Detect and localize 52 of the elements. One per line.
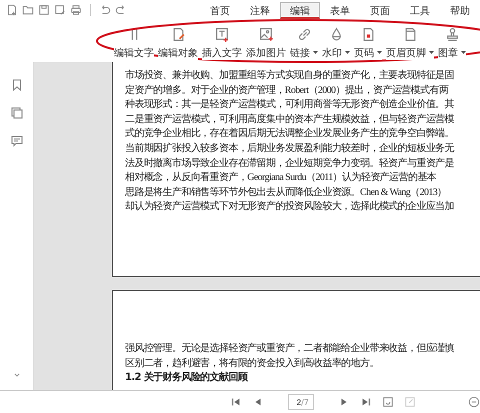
comment-icon[interactable] [10, 134, 24, 148]
toolbar-button[interactable]: 编辑文字 [113, 27, 155, 60]
toolbar-button[interactable]: 编辑对象 [157, 27, 199, 60]
redo-icon[interactable] [115, 4, 127, 16]
menu-tab[interactable]: 注释 [240, 2, 280, 18]
save-icon[interactable] [38, 4, 50, 16]
section-heading: 1.2 关于财务风险的文献回顾 [125, 371, 249, 386]
text-line: 却认为轻资产运营模式下对无形资产的投资风险较大，选择此模式的企业应当加 [125, 200, 456, 214]
toolbar-button[interactable]: 图章 [437, 27, 467, 60]
toolbar-button[interactable]: 添加图片 [245, 27, 287, 60]
text-line: 法及时撤离市场导致企业存在滞留期，企业短期竞争力变弱。轻资产与重资产是 [125, 156, 456, 171]
text-line: 区别二者，趋利避害，将有限的资金投入到高收益率的地方。 [125, 356, 380, 371]
toolbar-button[interactable]: 插入文字 [201, 27, 243, 60]
caret-icon [313, 51, 318, 55]
caret-icon [345, 51, 350, 55]
menu-tab[interactable]: 表单 [320, 2, 360, 18]
menu-tab[interactable]: 编辑 [280, 2, 320, 18]
caret-icon [461, 51, 466, 55]
text-line: 当前期因扩张投入较多资本，后期业务发展盈利能力较差时，企业的短板业务无 [125, 142, 456, 156]
document-icon [402, 27, 418, 42]
toolbar-button[interactable]: 页码 [353, 27, 383, 60]
toolbar-button[interactable]: 水印 [321, 27, 351, 60]
zoom-out-icon[interactable] [468, 396, 480, 408]
document-pen-icon [170, 27, 186, 42]
undo-icon[interactable] [99, 4, 111, 16]
new-file-icon[interactable] [6, 4, 18, 16]
text-box-icon [214, 27, 230, 42]
text-line: 相对概念，从反向看重资产，Georgiana Surdu（2011）认为轻资产运营的基本 [125, 171, 438, 186]
print-icon[interactable] [70, 4, 82, 16]
link-icon [296, 27, 312, 42]
text-line: 二是重资产运营模式，可利用高度集中的资本产生规模效益，但与轻资产运营模 [125, 112, 456, 127]
caret-icon [377, 51, 382, 55]
pages-icon[interactable] [10, 106, 24, 120]
toolbar-button[interactable]: 页眉页脚 [385, 27, 435, 60]
menu-tab[interactable]: 首页 [200, 2, 240, 18]
menu-tab[interactable]: 工具 [400, 2, 440, 18]
caret-icon [429, 51, 434, 55]
page-number-icon [360, 27, 376, 42]
text-line: 思路是将生产和销售等环节外包出去从而降低企业资源。Chen & Wang（2013） [125, 186, 448, 200]
text-line: 种表现形式：其一是轻资产运营模式，可利用商誉等无形资产创造企业价值。其 [125, 98, 456, 112]
image-add-icon [258, 27, 274, 42]
toolbar-button[interactable]: 链接 [289, 27, 319, 60]
stamp-icon [444, 27, 460, 42]
menu-tab[interactable]: 页面 [360, 2, 400, 18]
menu-tab[interactable]: 帮助 [440, 2, 480, 18]
first-page-icon[interactable] [230, 396, 242, 408]
text-line: 市场投资、兼并收购、加盟重组等方式实现自身的重资产化，主要表现特征是固 [125, 69, 456, 83]
last-page-icon[interactable] [360, 396, 372, 408]
text-line: 强风控管理。无论是选择轻资产或重资产，二者都能给企业带来收益，但应谨慎 [125, 342, 456, 356]
text-line: 式的竞争企业相比，存在着因后期无法调整企业发展业务产生的竞争空白弊端。 [125, 127, 456, 142]
open-folder-icon[interactable] [22, 4, 34, 16]
text-line: 定资产的增多。对于企业的资产管理，Robert（2000）提出，资产运营模式有两 [125, 84, 450, 98]
